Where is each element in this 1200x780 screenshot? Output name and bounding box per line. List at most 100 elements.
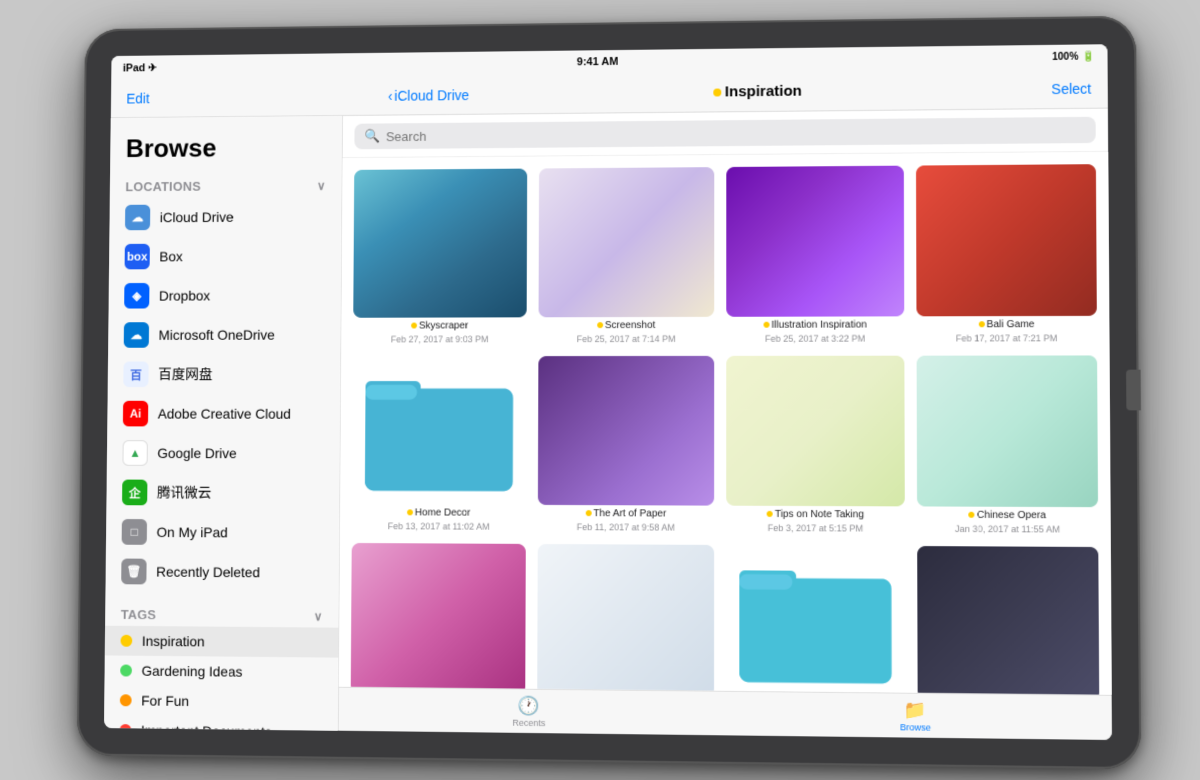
file-item-homedecor[interactable]: Home Decor Feb 13, 2017 at 11:02 AM [352,356,527,532]
file-item-pinkleaf[interactable]: Pink Leaf Jan 28, 2017 at 3:09 PM [351,543,526,695]
location-icon-tencent: 企 [122,480,147,506]
sidebar-item-gdrive[interactable]: ▲ Google Drive [107,433,340,473]
file-date-skyscraper: Feb 27, 2017 at 9:03 PM [391,334,489,344]
locations-list: ☁ iCloud Drive box Box ◈ Dropbox ☁ Micro… [106,197,342,593]
file-item-chineseopera[interactable]: Chinese Opera Jan 30, 2017 at 11:55 AM [917,355,1099,535]
search-input[interactable] [386,122,1086,143]
sidebar-item-ipad[interactable]: □ On My iPad [106,512,339,553]
sidebar-item-tag-gardening[interactable]: Gardening Ideas [105,655,339,687]
sidebar-item-adobe[interactable]: Ai Adobe Creative Cloud [107,394,340,434]
tag-dot-gardening [120,665,132,677]
thumb-bg-skyscraper [353,169,527,318]
tags-chevron-icon[interactable]: ∨ [314,609,323,623]
sidebar-item-box[interactable]: box Box [109,236,341,276]
status-left: iPad ✈ [123,61,157,74]
thumb-bg-parksketch [537,544,714,695]
sidebar-item-dropbox[interactable]: ◈ Dropbox [109,275,341,315]
tags-section-header: Tags ∨ [105,603,338,628]
file-date-homedecor: Feb 13, 2017 at 11:02 AM [388,521,490,531]
location-label-onedrive: Microsoft OneDrive [159,327,275,343]
file-item-bali[interactable]: Bali Game Feb 17, 2017 at 7:21 PM [916,164,1097,343]
file-date-notestaking: Feb 3, 2017 at 5:15 PM [768,523,863,534]
locations-label: Locations [125,179,201,194]
file-item-illustration[interactable]: Illustration Inspiration Feb 25, 2017 at… [726,166,904,344]
file-tag-dot-artofpaper [585,510,591,516]
nav-back-label: iCloud Drive [394,87,469,104]
search-icon: 🔍 [364,128,380,144]
sidebar-item-trash[interactable]: 🗑 Recently Deleted [106,552,339,593]
status-time: 9:41 AM [577,56,618,68]
file-thumb-parksketch [537,544,714,695]
nav-back-button[interactable]: ‹ iCloud Drive [388,87,469,104]
status-right: 100% 🔋 [1052,51,1095,63]
home-button[interactable] [1126,370,1141,411]
file-tag-dot-chineseopera [969,512,975,518]
thumb-bg-pinkleaf [351,543,526,694]
main-content: Browse Locations ∨ ☁ iCloud Drive box Bo… [104,109,1112,740]
location-icon-dropbox: ◈ [124,283,149,309]
file-item-modernjewelry[interactable]: Modern Jewelry Jan 14, 2017 at 9:02 AM [917,546,1099,695]
file-thumb-illustrations [726,545,905,695]
file-date-bali: Feb 17, 2017 at 7:21 PM [956,333,1058,343]
search-bar: 🔍 [343,109,1109,159]
file-name-bali: Bali Game [978,319,1034,330]
location-label-ipad: On My iPad [157,524,228,540]
sidebar-item-tencent[interactable]: 企 腾讯微云 [106,473,339,513]
location-icon-icloud: ☁ [125,205,150,231]
folder-svg-illustrations [740,557,892,687]
file-tag-dot-bali [978,321,984,327]
file-thumb-screenshot [539,167,715,317]
tab-browse[interactable]: 📁 Browse [884,695,948,737]
tag-dot-fun [120,694,132,706]
file-item-skyscraper[interactable]: Skyscraper Feb 27, 2017 at 9:03 PM [353,169,527,344]
sidebar-item-icloud[interactable]: ☁ iCloud Drive [110,197,342,238]
search-input-wrap[interactable]: 🔍 [354,117,1095,149]
nav-edit-button[interactable]: Edit [126,90,149,106]
file-thumb-modernjewelry [917,546,1099,695]
tab-label-browse: Browse [900,722,931,733]
location-label-trash: Recently Deleted [156,564,260,581]
back-chevron-icon: ‹ [388,88,393,104]
file-item-illustrations[interactable]: Illustrations Jan 17, 2017 at 1:36 PM [726,545,905,695]
battery-icon: 🔋 [1082,51,1095,62]
location-icon-adobe: Ai [123,401,148,427]
location-label-box: Box [159,249,182,265]
file-item-notestaking[interactable]: Tips on Note Taking Feb 3, 2017 at 5:15 … [726,355,905,534]
sidebar-item-onedrive[interactable]: ☁ Microsoft OneDrive [108,315,340,355]
locations-chevron-icon[interactable]: ∨ [317,178,326,192]
file-tag-dot-illustration [763,321,769,327]
tags-label: Tags [121,607,156,622]
location-label-dropbox: Dropbox [159,288,210,304]
file-thumb-illustration [726,166,904,317]
title-dot [713,88,721,96]
location-label-baidu: 百度网盘 [158,364,212,384]
file-item-artofpaper[interactable]: The Art of Paper Feb 11, 2017 at 9:58 AM [538,355,714,533]
folder-svg-homedecor [365,367,513,494]
sidebar: Browse Locations ∨ ☁ iCloud Drive box Bo… [104,116,343,731]
location-label-adobe: Adobe Creative Cloud [158,406,291,422]
location-label-icloud: iCloud Drive [160,209,234,225]
file-tag-dot-homedecor [407,510,413,516]
tag-dot-inspiration [121,635,133,647]
sidebar-item-baidu[interactable]: 百 百度网盘 [108,354,340,394]
nav-left: Edit [126,90,149,106]
sidebar-item-tag-inspiration[interactable]: Inspiration [105,626,338,658]
sidebar-item-tag-important[interactable]: Important Documents [104,715,338,731]
nav-title: Inspiration [713,83,802,101]
tab-label-recents: Recents [512,717,545,727]
file-name-notestaking: Tips on Note Taking [767,509,864,521]
nav-select-button[interactable]: Select [1051,80,1091,96]
ipad-shell: iPad ✈ 9:41 AM 100% 🔋 Edit ‹ iCloud Driv… [77,16,1142,770]
tag-label-fun: For Fun [141,693,189,709]
tab-icon-recents: 🕐 [518,695,540,716]
file-thumb-notestaking [726,355,905,506]
file-item-screenshot[interactable]: Screenshot Feb 25, 2017 at 7:14 PM [538,167,714,344]
file-item-parksketch[interactable]: Park Sketch Jan 21, 2017 at 5:35 PM [537,544,714,695]
tab-recents[interactable]: 🕐 Recents [496,691,561,732]
location-icon-trash: 🗑 [121,559,146,585]
browse-title: Browse [110,128,342,176]
location-icon-baidu: 百 [123,361,148,387]
tag-label-gardening: Gardening Ideas [142,663,243,680]
file-date-chineseopera: Jan 30, 2017 at 11:55 AM [955,524,1060,535]
sidebar-item-tag-fun[interactable]: For Fun [104,685,338,717]
